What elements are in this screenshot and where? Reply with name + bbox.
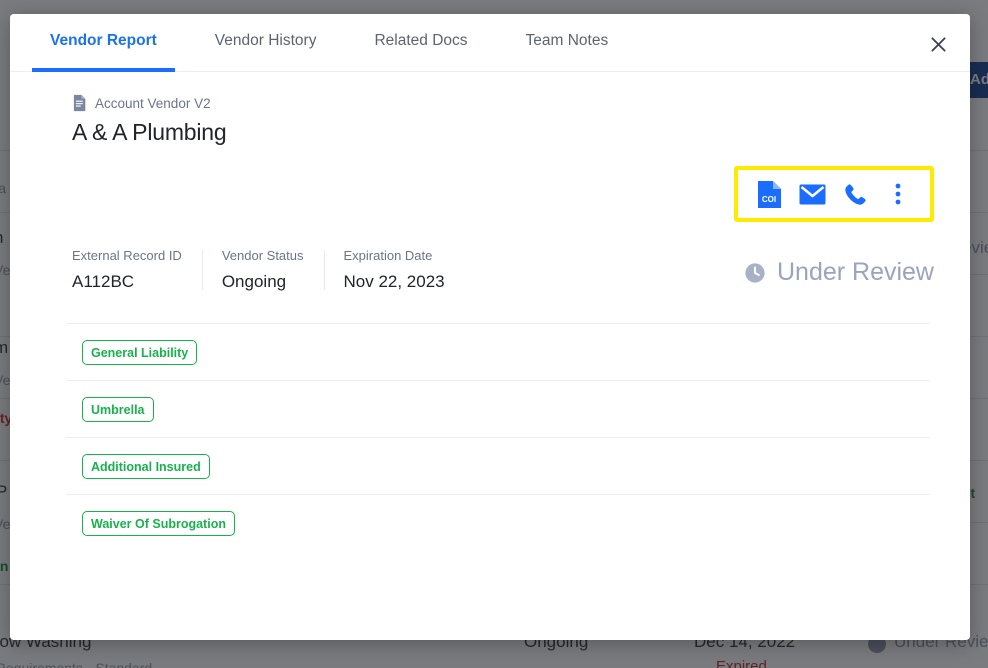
field-value: Nov 22, 2023: [343, 272, 445, 291]
coverage-list: General Liability Umbrella Additional In…: [10, 324, 970, 552]
vendor-meta-section: External Record ID A112BC Vendor Status …: [10, 248, 970, 292]
field-label: Vendor Status: [221, 248, 304, 263]
tab-label: Vendor History: [214, 32, 317, 49]
tab-related-docs[interactable]: Related Docs: [364, 14, 477, 72]
field-external-record-id: External Record ID A112BC: [72, 248, 202, 292]
coi-document-icon: COI: [758, 180, 782, 208]
coi-document-button[interactable]: COI: [753, 177, 787, 211]
screen: Add Ve ila n Ve evie m Ve ity P Ve nt in…: [0, 0, 988, 668]
tab-label: Related Docs: [374, 32, 468, 49]
email-icon: [799, 184, 826, 204]
document-icon: [73, 94, 86, 112]
phone-icon: [845, 183, 866, 205]
status-badge: Under Review: [744, 258, 934, 287]
field-value: A112BC: [72, 272, 135, 291]
record-type-row: Account Vendor V2: [10, 72, 970, 112]
vendor-actions-toolbar: COI: [734, 166, 934, 222]
modal-body: Account Vendor V2 A & A Plumbing COI Ext…: [10, 72, 970, 537]
close-button[interactable]: [918, 24, 958, 64]
tab-label: Team Notes: [525, 32, 609, 49]
field-label: External Record ID: [72, 248, 182, 263]
field-expiration-date: Expiration Date Nov 22, 2023: [323, 248, 465, 292]
email-button[interactable]: [796, 177, 830, 211]
coverage-tag[interactable]: Additional Insured: [82, 453, 210, 480]
tablist: Vendor Report Vendor History Related Doc…: [10, 14, 970, 72]
more-options-button[interactable]: [881, 177, 915, 211]
page-title: A & A Plumbing: [72, 119, 227, 145]
clock-icon: [745, 262, 765, 283]
coverage-row: General Liability: [10, 324, 970, 381]
tab-team-notes[interactable]: Team Notes: [516, 14, 619, 72]
more-options-icon: [895, 183, 901, 205]
coverage-tag[interactable]: General Liability: [82, 339, 198, 366]
coverage-row: Additional Insured: [10, 438, 970, 495]
record-type-label: Account Vendor V2: [95, 95, 211, 111]
coverage-row: Umbrella: [10, 381, 970, 438]
tab-vendor-report[interactable]: Vendor Report: [32, 14, 175, 72]
vendor-report-modal: Vendor Report Vendor History Related Doc…: [10, 14, 970, 640]
modal-tabbar: Vendor Report Vendor History Related Doc…: [10, 14, 970, 72]
close-icon: [930, 36, 946, 52]
svg-text:COI: COI: [762, 195, 776, 204]
field-label: Expiration Date: [343, 248, 433, 263]
tab-vendor-history[interactable]: Vendor History: [205, 14, 327, 72]
vendor-actions-inner: COI: [738, 170, 930, 218]
coverage-tag[interactable]: Umbrella: [82, 396, 154, 423]
status-badge-label: Under Review: [776, 258, 934, 286]
field-vendor-status: Vendor Status Ongoing: [201, 248, 324, 292]
field-value: Ongoing: [221, 272, 287, 291]
coverage-row: Waiver Of Subrogation: [10, 495, 970, 552]
phone-button[interactable]: [838, 177, 872, 211]
tab-label: Vendor Report: [50, 32, 157, 49]
coverage-tag[interactable]: Waiver Of Subrogation: [82, 510, 235, 537]
